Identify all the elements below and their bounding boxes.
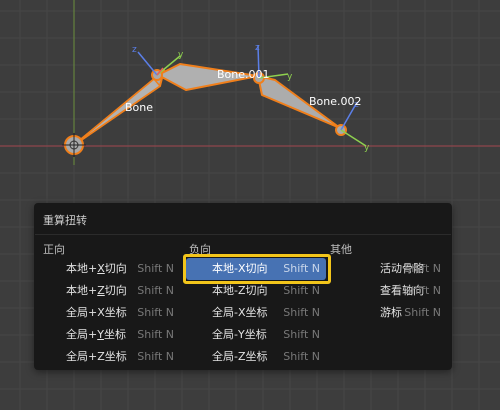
menu-item-shortcut: Shift N (283, 350, 320, 363)
menu-item-label: 全局+Y坐标 (66, 324, 126, 346)
menu-item-shortcut: Shift N (283, 328, 320, 341)
svg-text:z: z (132, 45, 137, 55)
label-text: 切向 (104, 284, 127, 297)
menu-item[interactable]: 活动骨骼 Shift N (327, 258, 447, 280)
menu-item[interactable]: 游标 Shift N (327, 302, 447, 324)
label-text: 游标 (380, 306, 402, 319)
menu-item-label: 本地-Z切向 (212, 280, 268, 302)
menu-item[interactable]: 查看轴向 Shift N (327, 280, 447, 302)
bone-label: Bone (125, 101, 153, 114)
label-text: 全局+X坐标 (66, 306, 127, 319)
column-header-other: 其他 (330, 243, 352, 256)
menu-item[interactable]: 本地+X切向 Shift N (40, 258, 180, 280)
menu-item-shortcut: Shift N (137, 328, 174, 341)
menu-item-label: 全局-Y坐标 (212, 324, 267, 346)
menu-item-label: 本地-X切向 (212, 258, 268, 280)
menu-column-positive: 本地+X切向 Shift N 本地+Z切向 Shift N 全局+X坐标 Shift N全… (40, 258, 180, 368)
menu-item-label: 全局+X坐标 (66, 302, 127, 324)
menu-item[interactable]: 全局+Y坐标 Shift N (40, 324, 180, 346)
menu-separator (35, 234, 451, 235)
menu-item[interactable]: 全局+Z坐标 Shift N (40, 346, 180, 368)
menu-item-label: 全局-X坐标 (212, 302, 268, 324)
bone-001-label: Bone.001 (217, 68, 270, 81)
menu-item[interactable]: 全局-Y坐标 Shift N (186, 324, 326, 346)
recalculate-roll-menu: 重算扭转 正向 负向 其他 本地+X切向 Shift N 本地+Z切向 Shift N… (34, 203, 452, 370)
label-hotkey: X (97, 262, 105, 275)
menu-item-shortcut: Shift N (283, 262, 320, 275)
menu-item-shortcut: Shift N (404, 306, 441, 319)
menu-item[interactable]: 本地+Z切向 Shift N (40, 280, 180, 302)
label-text: 全局-X坐标 (212, 306, 268, 319)
menu-item-shortcut: Shift N (137, 350, 174, 363)
column-header-positive: 正向 (43, 243, 65, 256)
menu-item[interactable]: 全局-Z坐标 Shift N (186, 346, 326, 368)
menu-item[interactable]: 本地-Z切向 Shift N (186, 280, 326, 302)
label-text: 全局+ (66, 328, 98, 341)
label-text: 坐标 (103, 328, 126, 341)
menu-item[interactable]: 全局+X坐标 Shift N (40, 302, 180, 324)
menu-item-shortcut: Shift N (137, 262, 174, 275)
label-text: 全局+Z坐标 (66, 350, 127, 363)
column-header-negative: 负向 (189, 243, 211, 256)
menu-item-shortcut: Shift N (404, 284, 441, 297)
label-text: 全局-Y坐标 (212, 328, 267, 341)
menu-item-label: 游标 (380, 302, 402, 324)
menu-title: 重算扭转 (43, 214, 87, 227)
menu-item-shortcut: Shift N (283, 284, 320, 297)
menu-item-shortcut: Shift N (137, 284, 174, 297)
bone-002-label: Bone.002 (309, 95, 362, 108)
svg-text:y: y (287, 72, 293, 82)
label-text: 本地+ (66, 284, 98, 297)
menu-item-label: 本地+Z切向 (66, 280, 127, 302)
menu-item-label: 全局-Z坐标 (212, 346, 268, 368)
menu-column-other: 活动骨骼 Shift N 查看轴向 Shift N 游标 Shift N (327, 258, 447, 324)
menu-item-shortcut: Shift N (404, 262, 441, 275)
label-text: 本地-Z切向 (212, 284, 268, 297)
menu-item-label: 全局+Z坐标 (66, 346, 127, 368)
label-text: 切向 (104, 262, 127, 275)
svg-text:y: y (364, 143, 370, 153)
menu-item-shortcut: Shift N (283, 306, 320, 319)
label-text: 本地-X切向 (212, 262, 268, 275)
menu-item-label: 本地+X切向 (66, 258, 127, 280)
label-hotkey: Y (97, 328, 104, 341)
menu-item[interactable]: 全局-X坐标 Shift N (186, 302, 326, 324)
svg-text:z: z (255, 43, 260, 53)
menu-column-negative: 本地-X切向 Shift N 本地-Z切向 Shift N 全局-X坐标 Shift N全… (186, 258, 326, 368)
label-hotkey: Z (97, 284, 105, 297)
label-text: 全局-Z坐标 (212, 350, 268, 363)
menu-item-shortcut: Shift N (137, 306, 174, 319)
svg-text:y: y (178, 50, 184, 60)
label-text: 本地+ (66, 262, 98, 275)
menu-item[interactable]: 本地-X切向 Shift N (186, 258, 326, 280)
